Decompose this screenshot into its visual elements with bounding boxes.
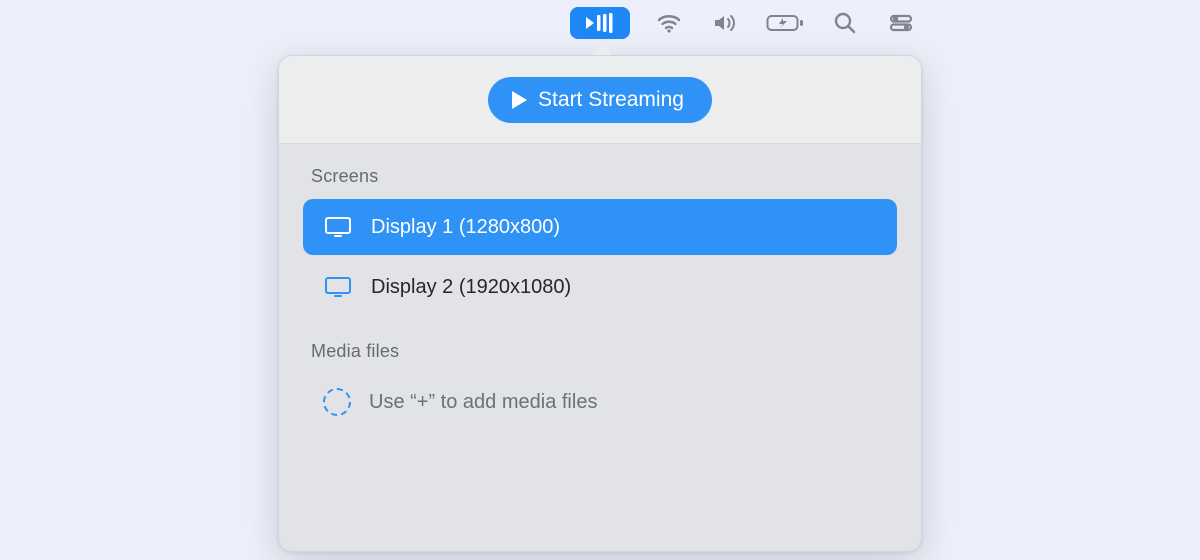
menubar-battery[interactable] bbox=[764, 8, 806, 38]
panel-header: Start Streaming bbox=[279, 56, 921, 144]
menubar-volume[interactable] bbox=[708, 8, 742, 38]
screen-item-label: Display 1 (1280x800) bbox=[371, 216, 560, 239]
media-files-title: Media files bbox=[303, 341, 897, 374]
control-center-icon bbox=[889, 14, 913, 32]
menubar-search[interactable] bbox=[828, 8, 862, 38]
menubar bbox=[0, 6, 1200, 40]
battery-icon bbox=[766, 14, 804, 32]
wifi-icon bbox=[657, 13, 681, 33]
menubar-control-center[interactable] bbox=[884, 8, 918, 38]
screens-list: Display 1 (1280x800) Display 2 (1920x108… bbox=[303, 199, 897, 325]
volume-icon bbox=[712, 13, 738, 33]
panel-caret bbox=[592, 41, 612, 55]
menubar-stream-active[interactable] bbox=[570, 7, 630, 39]
play-icon bbox=[510, 90, 528, 110]
media-empty-row[interactable]: Use “+” to add media files bbox=[303, 374, 897, 430]
screens-section: Screens Display 1 (1280x800) bbox=[279, 144, 921, 331]
screen-item-label: Display 2 (1920x1080) bbox=[371, 276, 571, 299]
screens-title: Screens bbox=[303, 166, 897, 199]
start-streaming-button[interactable]: Start Streaming bbox=[488, 77, 712, 123]
screen-item-display-2[interactable]: Display 2 (1920x1080) bbox=[303, 259, 897, 315]
add-placeholder-icon bbox=[323, 388, 351, 416]
media-empty-hint: Use “+” to add media files bbox=[369, 391, 597, 414]
screen-item-display-1[interactable]: Display 1 (1280x800) bbox=[303, 199, 897, 255]
display-icon bbox=[323, 276, 353, 298]
search-icon bbox=[834, 12, 856, 34]
stream-icon bbox=[583, 12, 617, 34]
menubar-wifi[interactable] bbox=[652, 8, 686, 38]
start-streaming-label: Start Streaming bbox=[538, 88, 684, 112]
streaming-panel: Start Streaming Screens Display 1 (1280x… bbox=[278, 55, 922, 552]
media-files-section: Media files Use “+” to add media files bbox=[279, 331, 921, 436]
display-icon bbox=[323, 216, 353, 238]
